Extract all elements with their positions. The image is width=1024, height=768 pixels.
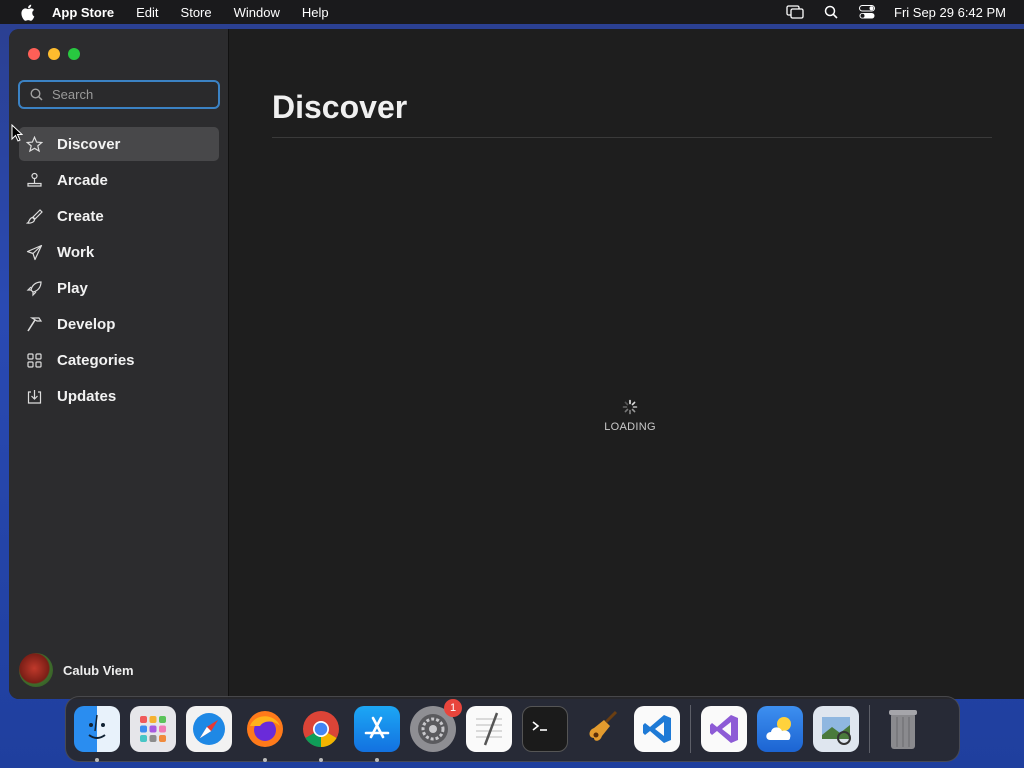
user-account[interactable]: Calub Viem	[19, 653, 134, 687]
running-indicator	[95, 758, 99, 762]
running-indicator	[375, 758, 379, 762]
loading-label: LOADING	[604, 421, 656, 433]
menu-window[interactable]: Window	[234, 5, 280, 20]
mouse-cursor-icon	[11, 123, 24, 142]
grid-icon	[25, 351, 43, 369]
menu-bar: App Store Edit Store Window Help Fri Sep…	[0, 0, 1024, 24]
dock-separator	[690, 705, 691, 753]
loading-indicator: LOADING	[600, 399, 660, 433]
search-icon	[28, 87, 44, 103]
avatar	[19, 653, 53, 687]
control-center-icon[interactable]	[858, 4, 876, 20]
sidebar-item-work[interactable]: Work	[19, 235, 219, 269]
brush-icon	[25, 207, 43, 225]
user-name: Calub Viem	[63, 662, 134, 678]
menu-help[interactable]: Help	[302, 5, 329, 20]
running-indicator	[263, 758, 267, 762]
download-icon	[25, 387, 43, 405]
spotlight-search-icon[interactable]	[822, 4, 840, 20]
main-content: Discover LOADING	[230, 29, 1024, 699]
running-indicator	[319, 758, 323, 762]
star-icon	[25, 135, 43, 153]
hammer-icon	[25, 315, 43, 333]
screen-mirroring-icon[interactable]	[786, 4, 804, 20]
sidebar-item-label: Categories	[57, 351, 135, 369]
dock-preview-icon[interactable]	[813, 706, 859, 752]
rocket-icon	[25, 279, 43, 297]
sidebar-item-label: Work	[57, 243, 95, 261]
apple-menu-icon[interactable]	[18, 3, 36, 21]
joystick-icon	[25, 171, 43, 189]
sidebar-item-label: Discover	[57, 135, 121, 153]
sidebar-item-create[interactable]: Create	[19, 199, 219, 233]
search-field[interactable]	[18, 80, 220, 109]
dock-trash-icon[interactable]	[880, 706, 926, 752]
dock-chrome-icon[interactable]	[298, 706, 344, 762]
sidebar-item-categories[interactable]: Categories	[19, 343, 219, 377]
page-title: Discover	[272, 89, 408, 125]
sidebar-item-updates[interactable]: Updates	[19, 379, 219, 413]
dock-system-settings-icon[interactable]: 1	[410, 699, 462, 752]
dock-finder-icon[interactable]	[74, 706, 120, 762]
dock-app-store-icon[interactable]	[354, 706, 400, 762]
spinner-icon	[622, 399, 638, 415]
title-divider	[272, 137, 992, 138]
search-input[interactable]	[52, 87, 202, 102]
menu-store[interactable]: Store	[181, 5, 212, 20]
sidebar-item-label: Develop	[57, 315, 116, 333]
dock: 1	[65, 696, 960, 762]
sidebar-item-label: Play	[57, 279, 88, 297]
dock-vscode-icon[interactable]	[634, 706, 680, 752]
sidebar-nav: Discover Arcade Create Work Play Develop…	[19, 127, 219, 415]
dock-safari-icon[interactable]	[186, 706, 232, 752]
menu-clock[interactable]: Fri Sep 29 6:42 PM	[894, 5, 1006, 20]
dock-garageband-icon[interactable]	[578, 706, 624, 752]
sidebar-item-label: Create	[57, 207, 104, 225]
app-store-window: Discover Arcade Create Work	[9, 29, 1024, 699]
sidebar-item-discover[interactable]: Discover	[19, 127, 219, 161]
dock-visual-studio-icon[interactable]	[701, 706, 747, 752]
dock-weather-icon[interactable]	[757, 706, 803, 752]
sidebar-item-label: Arcade	[57, 171, 108, 189]
dock-firefox-icon[interactable]	[242, 706, 288, 762]
menu-app-name[interactable]: App Store	[52, 5, 114, 20]
dock-terminal-icon[interactable]	[522, 706, 568, 752]
sidebar: Discover Arcade Create Work	[9, 29, 229, 699]
notification-badge: 1	[444, 699, 462, 717]
menu-edit[interactable]: Edit	[136, 5, 158, 20]
minimize-button[interactable]	[48, 48, 60, 60]
sidebar-item-play[interactable]: Play	[19, 271, 219, 305]
paper-plane-icon	[25, 243, 43, 261]
sidebar-item-develop[interactable]: Develop	[19, 307, 219, 341]
dock-launchpad-icon[interactable]	[130, 706, 176, 752]
close-button[interactable]	[28, 48, 40, 60]
dock-separator	[869, 705, 870, 753]
maximize-button[interactable]	[68, 48, 80, 60]
dock-textedit-icon[interactable]	[466, 706, 512, 752]
sidebar-item-label: Updates	[57, 387, 117, 405]
window-controls	[28, 48, 80, 60]
sidebar-item-arcade[interactable]: Arcade	[19, 163, 219, 197]
